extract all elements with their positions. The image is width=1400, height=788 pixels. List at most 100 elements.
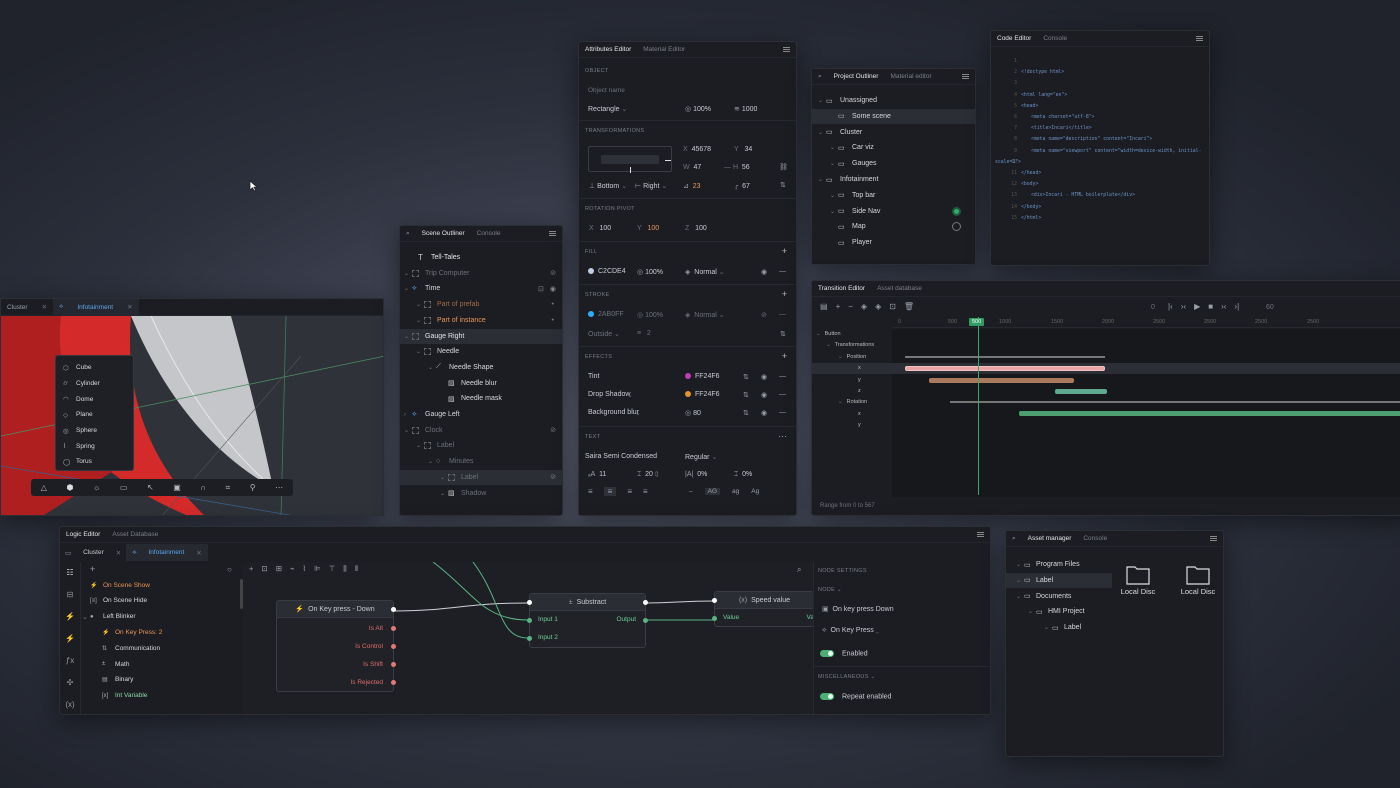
- search-icon[interactable]: ○: [227, 565, 232, 574]
- node-library-item[interactable]: ⇅ Communication: [82, 641, 238, 655]
- folder-local-disc-2[interactable]: Local Disc: [1178, 565, 1218, 596]
- anchor-widget[interactable]: [588, 146, 672, 173]
- tab-material-editor[interactable]: Material Editor: [643, 46, 685, 53]
- chevron-icon[interactable]: ⌄: [830, 160, 838, 167]
- case-lower[interactable]: ag: [732, 488, 739, 495]
- asset-tree-item[interactable]: ⌄ ▭ HMI Project: [1006, 604, 1112, 619]
- node-on-key-press[interactable]: ⚡ On Key press - Down Is Alt Is Control Is …: [276, 600, 396, 692]
- menu-icon[interactable]: [549, 231, 556, 236]
- eye-off-icon[interactable]: ⊘: [761, 311, 767, 319]
- chevron-icon[interactable]: ⌄: [404, 270, 412, 277]
- effect-type-select[interactable]: Drop Shadow: [588, 391, 630, 398]
- align-center-icon[interactable]: ≡: [603, 487, 617, 496]
- track-x[interactable]: x: [854, 365, 861, 371]
- output-port[interactable]: [391, 644, 396, 649]
- visibility-off-icon[interactable]: ⊘: [550, 473, 556, 481]
- fill-blend-select[interactable]: ◈ Normal ⌄: [685, 268, 725, 276]
- rot-x-field[interactable]: X 100: [589, 225, 611, 232]
- rot-y-field[interactable]: Y 100: [637, 225, 659, 232]
- tab-transition-editor[interactable]: Transition Editor: [818, 285, 865, 292]
- menu-icon[interactable]: [977, 532, 984, 537]
- bar-position-x[interactable]: [905, 366, 1105, 371]
- chevron-icon[interactable]: ⌄: [1016, 593, 1024, 600]
- tab-attributes-editor[interactable]: Attributes Editor: [585, 46, 631, 53]
- project-item[interactable]: ⌄ ▭ Top bar: [812, 188, 975, 203]
- chevron-icon[interactable]: ⌄: [440, 490, 448, 497]
- node-library-item[interactable]: ⚡ On Key Press: 2: [82, 625, 238, 639]
- tab-project-outliner[interactable]: Project Outliner: [834, 73, 879, 80]
- playhead[interactable]: [978, 317, 979, 495]
- image-icon[interactable]: ▣: [173, 483, 181, 492]
- track-transformations[interactable]: ⌄ Transformations: [826, 342, 874, 348]
- tab-infotainment[interactable]: ⟡ Infotainment ✕: [126, 544, 208, 561]
- effect-settings-icon[interactable]: ⇅: [743, 373, 749, 381]
- nodes-icon[interactable]: ☷: [63, 568, 77, 577]
- fill-opacity[interactable]: ◎ 100%: [637, 268, 663, 276]
- link-icon[interactable]: ⛓: [779, 163, 788, 171]
- effect-value[interactable]: FF24F6: [685, 391, 720, 398]
- output-port[interactable]: [391, 662, 396, 667]
- tab-console[interactable]: Console: [1083, 535, 1107, 542]
- bar-position[interactable]: [905, 356, 1105, 358]
- chevron-icon[interactable]: ⌄: [818, 97, 826, 104]
- stroke-position-select[interactable]: Outside ⌄: [588, 330, 620, 338]
- scene-item[interactable]: ⌄ Clock ⊘: [400, 423, 562, 438]
- track-rotation[interactable]: ⌄ Rotation: [838, 399, 867, 405]
- scene-item[interactable]: ⌄ ○ Minutes: [400, 454, 562, 469]
- add-fill-button[interactable]: +: [782, 246, 787, 256]
- add-stroke-button[interactable]: +: [782, 289, 787, 299]
- chevron-icon[interactable]: ⌄: [404, 285, 412, 292]
- lock-icon[interactable]: ⊡: [538, 285, 544, 293]
- package-icon[interactable]: ⊟: [63, 590, 77, 599]
- paragraph-spacing-field[interactable]: ⌶ 0%: [734, 471, 752, 479]
- menu-icon[interactable]: [1196, 36, 1203, 41]
- input-2-port[interactable]: [527, 636, 532, 641]
- effect-type-select[interactable]: Background blur: [588, 409, 639, 416]
- first-frame-icon[interactable]: |‹: [1168, 302, 1173, 311]
- chevron-icon[interactable]: ⌄: [816, 331, 821, 337]
- track-z[interactable]: z: [854, 388, 861, 394]
- chevron-icon[interactable]: ⌄: [1028, 608, 1036, 615]
- scene-item[interactable]: ⌄ ⟋ Needle Shape: [400, 360, 562, 375]
- pin-icon[interactable]: ⚲: [250, 483, 256, 492]
- effect-settings-icon[interactable]: ⇅: [743, 391, 749, 399]
- delete-icon[interactable]: 🗑: [904, 302, 914, 311]
- scene-item[interactable]: ▨ Needle blur: [400, 376, 562, 391]
- more-icon[interactable]: ⋯: [778, 431, 787, 442]
- project-item[interactable]: ⌄ ▭ Infotainment: [812, 172, 975, 187]
- stroke-width-field[interactable]: ≡ 2: [637, 330, 651, 337]
- exec-out-port[interactable]: [643, 600, 648, 605]
- node-substract[interactable]: ± Substract Input 1 Input 2 Output: [527, 593, 648, 648]
- add-node-button[interactable]: +: [90, 564, 95, 574]
- align-left-icon[interactable]: ≡: [588, 487, 593, 496]
- tab-asset-database[interactable]: Asset Database: [112, 531, 158, 538]
- chevron-icon[interactable]: ⌄: [830, 144, 838, 151]
- menu-item-sphere[interactable]: ◎ Sphere: [56, 423, 133, 439]
- tab-infotainment[interactable]: ⟡ Infotainment ✕: [53, 299, 139, 315]
- scene-item[interactable]: › ⟡ Gauge Left: [400, 407, 562, 422]
- chevron-icon[interactable]: ⌄: [830, 192, 838, 199]
- remove-icon[interactable]: —: [779, 391, 786, 398]
- remove-icon[interactable]: —: [779, 409, 786, 416]
- effect-value[interactable]: ◎ 80: [685, 409, 701, 417]
- repeat-toggle[interactable]: Repeat enabled: [820, 693, 891, 700]
- chevron-icon[interactable]: ⌄: [428, 364, 436, 371]
- scene-item[interactable]: ⌄ Part of prefab •: [400, 297, 562, 312]
- chevron-icon[interactable]: ⌄: [838, 354, 843, 360]
- tab-cluster[interactable]: Cluster ✕: [1, 299, 53, 315]
- node-section[interactable]: NODE ⌄: [818, 587, 842, 593]
- track-y[interactable]: y: [854, 422, 861, 428]
- asset-tree-item[interactable]: ⌄ ▭ Label: [1006, 572, 1112, 588]
- value-port[interactable]: [712, 616, 717, 621]
- case-none[interactable]: –: [689, 488, 693, 495]
- snap-icon[interactable]: ⊡: [889, 302, 896, 311]
- function-icon[interactable]: ƒx: [63, 656, 77, 665]
- search-icon[interactable]: ⌕: [406, 230, 410, 238]
- asset-tree-item[interactable]: ⌄ ▭ Label: [1006, 620, 1112, 635]
- menu-item-torus[interactable]: ◯ Torus: [56, 454, 133, 470]
- scene-item[interactable]: ⌄ Part of instance •: [400, 313, 562, 328]
- close-icon[interactable]: ✕: [42, 303, 47, 311]
- select-icon[interactable]: ↖: [147, 483, 154, 492]
- anchor-vertical-select[interactable]: ⊥ Bottom ⌄: [589, 182, 627, 190]
- letter-spacing-field[interactable]: |A| 0%: [685, 471, 707, 478]
